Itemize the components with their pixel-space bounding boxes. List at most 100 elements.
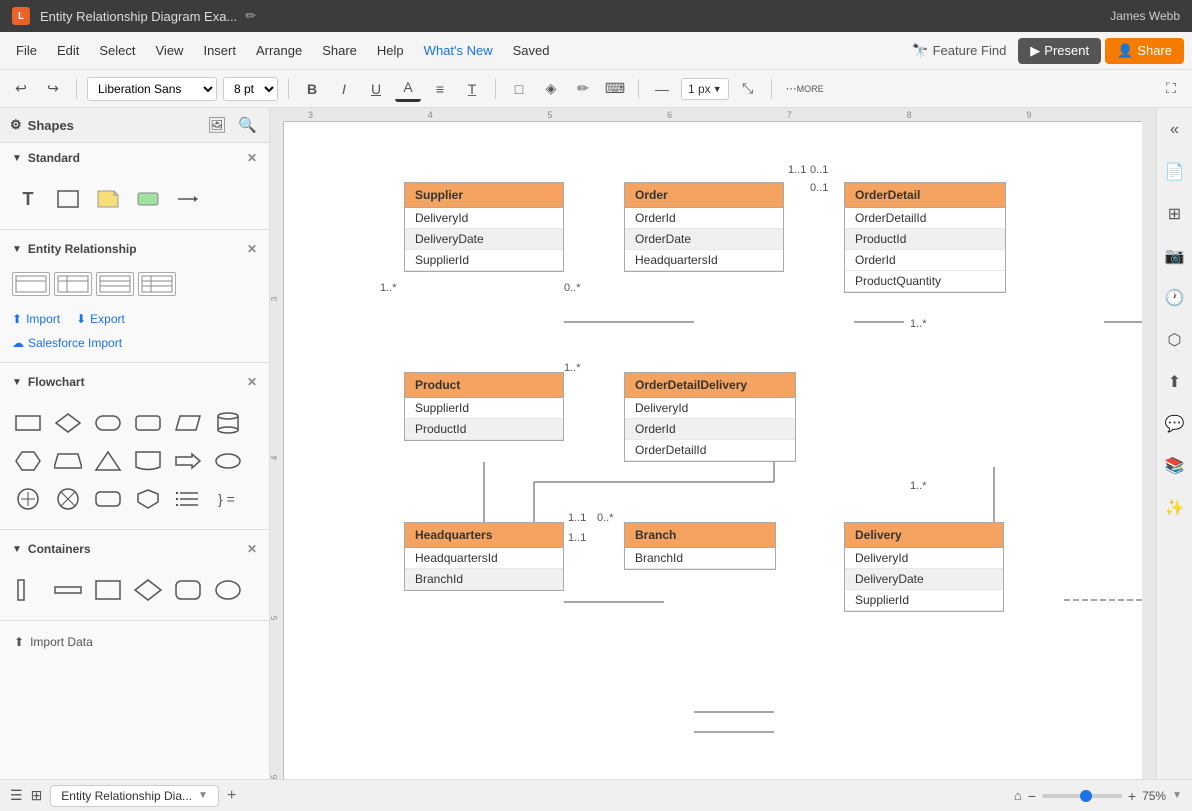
zoom-out-button[interactable]: − — [1028, 788, 1036, 804]
line-width-select[interactable]: 1 px▼ — [681, 78, 729, 100]
grid-view-icon[interactable]: ⊞ — [31, 787, 43, 804]
orderdetail-entity[interactable]: OrderDetail OrderDetailId ProductId Orde… — [844, 182, 1006, 293]
export-button[interactable]: ⬇ Export — [76, 312, 125, 326]
ct-diamond2[interactable] — [132, 574, 164, 606]
magic-icon[interactable]: ✨ — [1161, 494, 1189, 522]
align-button[interactable]: ≡ — [427, 76, 453, 102]
font-size-select[interactable]: 8 pt — [223, 77, 278, 101]
ct-horizontal[interactable] — [52, 574, 84, 606]
fc-brace-style[interactable]: } = — [212, 483, 244, 515]
add-tab-button[interactable]: + — [227, 787, 236, 805]
fc-rect-rounded2[interactable] — [92, 483, 124, 515]
menu-saved[interactable]: Saved — [505, 39, 558, 62]
clock-icon[interactable]: 🕐 — [1161, 284, 1189, 312]
er-shape-4[interactable] — [138, 272, 176, 296]
collapse-right-icon[interactable]: « — [1161, 116, 1189, 144]
zoom-dropdown-icon[interactable]: ▼ — [1172, 790, 1182, 801]
redo-button[interactable]: ↪ — [40, 76, 66, 102]
waypoint-button[interactable]: ⤡ — [735, 76, 761, 102]
upload-icon[interactable]: ⬆ — [1161, 368, 1189, 396]
note-shape[interactable] — [92, 183, 124, 215]
zoom-in-button[interactable]: + — [1128, 788, 1136, 804]
menu-whats-new[interactable]: What's New — [416, 39, 501, 62]
er-shape-3[interactable] — [96, 272, 134, 296]
flowchart-close-icon[interactable]: ✕ — [247, 375, 257, 389]
fc-trapezoid[interactable] — [52, 445, 84, 477]
process-shape[interactable] — [132, 183, 164, 215]
font-color-button[interactable]: A — [395, 76, 421, 102]
headquarters-entity[interactable]: Headquarters HeadquartersId BranchId — [404, 522, 564, 591]
fc-shield[interactable] — [132, 483, 164, 515]
edit-title-icon[interactable]: ✏ — [245, 8, 256, 24]
line-color-button[interactable]: ✏ — [570, 76, 596, 102]
fc-stadium[interactable] — [92, 407, 124, 439]
menu-edit[interactable]: Edit — [49, 39, 87, 62]
format-icon[interactable]: 📄 — [1161, 158, 1189, 186]
bold-button[interactable]: B — [299, 76, 325, 102]
fc-oval[interactable] — [212, 445, 244, 477]
zoom-slider[interactable] — [1042, 794, 1122, 798]
menu-insert[interactable]: Insert — [195, 39, 244, 62]
fc-list-style[interactable] — [172, 483, 204, 515]
menu-share[interactable]: Share — [314, 39, 365, 62]
line-style-button[interactable]: — — [649, 76, 675, 102]
er-close-icon[interactable]: ✕ — [247, 242, 257, 256]
fc-parallelogram[interactable] — [172, 407, 204, 439]
product-entity[interactable]: Product SupplierId ProductId — [404, 372, 564, 441]
order-entity[interactable]: Order OrderId OrderDate HeadquartersId — [624, 182, 784, 272]
zoom-thumb[interactable] — [1080, 790, 1092, 802]
grid-icon[interactable]: ⊞ — [1161, 200, 1189, 228]
canvas[interactable]: Supplier DeliveryId DeliveryDate Supplie… — [284, 122, 1142, 779]
fc-arrow-right[interactable] — [172, 445, 204, 477]
fc-cylinder[interactable] — [212, 407, 244, 439]
fc-circle-plus[interactable] — [12, 483, 44, 515]
current-tab[interactable]: Entity Relationship Dia... ▼ — [50, 785, 219, 807]
list-view-icon[interactable]: ☰ — [10, 787, 23, 804]
standard-section-header[interactable]: ▼ Standard ✕ — [0, 143, 269, 173]
ct-rect[interactable] — [92, 574, 124, 606]
present-button[interactable]: ▶ Present — [1018, 38, 1101, 64]
fc-triangle[interactable] — [92, 445, 124, 477]
menu-arrange[interactable]: Arrange — [248, 39, 310, 62]
ct-oval2[interactable] — [212, 574, 244, 606]
share-button[interactable]: 👤 Share — [1105, 38, 1184, 64]
italic-button[interactable]: I — [331, 76, 357, 102]
fc-rounded-rect[interactable] — [132, 407, 164, 439]
supplier-entity[interactable]: Supplier DeliveryId DeliveryDate Supplie… — [404, 182, 564, 272]
connection-style-button[interactable]: ⌨ — [602, 76, 628, 102]
canvas-wrapper[interactable]: 3 4 5 6 7 8 9 3 4 5 6 — [270, 108, 1156, 779]
standard-close-icon[interactable]: ✕ — [247, 151, 257, 165]
arrow-shape[interactable] — [172, 183, 204, 215]
import-data-button[interactable]: ⬆ Import Data — [0, 625, 269, 659]
containers-section-header[interactable]: ▼ Containers ✕ — [0, 534, 269, 564]
delivery-entity[interactable]: Delivery DeliveryId DeliveryDate Supplie… — [844, 522, 1004, 612]
fc-diamond[interactable] — [52, 407, 84, 439]
rect-shape[interactable] — [52, 183, 84, 215]
import-button[interactable]: ⬆ Import — [12, 312, 60, 326]
er-shape-1[interactable] — [12, 272, 50, 296]
underline-button[interactable]: U — [363, 76, 389, 102]
home-icon[interactable]: ⌂ — [1014, 788, 1022, 803]
font-family-select[interactable]: Liberation Sans — [87, 77, 217, 101]
flowchart-section-header[interactable]: ▼ Flowchart ✕ — [0, 367, 269, 397]
fc-rect[interactable] — [12, 407, 44, 439]
image-icon[interactable]: 🖼 — [205, 114, 228, 136]
menu-view[interactable]: View — [148, 39, 192, 62]
menu-file[interactable]: File — [8, 39, 45, 62]
orderdetaildelivery-entity[interactable]: OrderDetailDelivery DeliveryId OrderId O… — [624, 372, 796, 462]
er-shape-2[interactable] — [54, 272, 92, 296]
more-button[interactable]: ⋯MORE — [782, 76, 828, 102]
fill-color-button[interactable]: ◈ — [538, 76, 564, 102]
fc-doc[interactable] — [132, 445, 164, 477]
branch-entity[interactable]: Branch BranchId — [624, 522, 776, 570]
containers-close-icon[interactable]: ✕ — [247, 542, 257, 556]
menu-help[interactable]: Help — [369, 39, 412, 62]
salesforce-import-button[interactable]: ☁ Salesforce Import — [0, 334, 269, 358]
text-shape[interactable]: T — [12, 183, 44, 215]
chat-icon[interactable]: 💬 — [1161, 410, 1189, 438]
fill-button[interactable]: □ — [506, 76, 532, 102]
fc-circle-x[interactable] — [52, 483, 84, 515]
undo-button[interactable]: ↩ — [8, 76, 34, 102]
er-section-header[interactable]: ▼ Entity Relationship ✕ — [0, 234, 269, 264]
fc-hexagon[interactable] — [12, 445, 44, 477]
